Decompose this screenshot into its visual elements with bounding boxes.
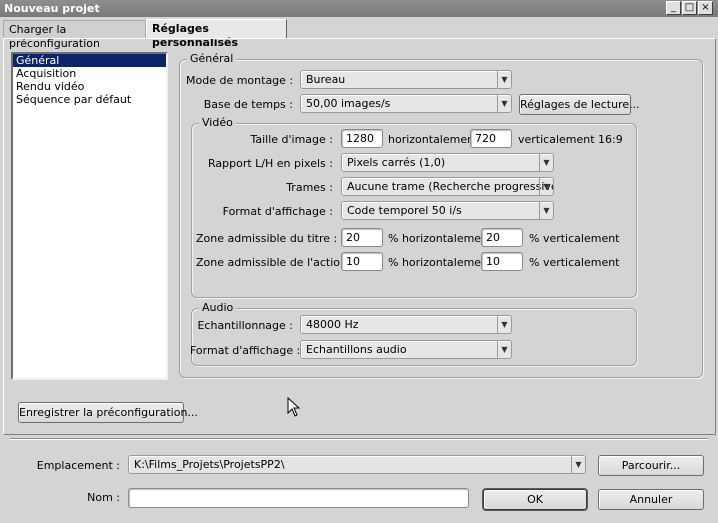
fields-label: Trames :: [286, 181, 333, 194]
chevron-down-icon: ▼: [539, 154, 553, 171]
video-display-format-label: Format d'affichage :: [222, 205, 333, 218]
arrow-cursor-icon: [287, 397, 301, 417]
separator: [10, 438, 708, 440]
save-preset-button[interactable]: Enregistrer la préconfiguration...: [18, 402, 198, 423]
category-item-default-sequence[interactable]: Séquence par défaut: [13, 93, 166, 106]
title-safe-h-suffix: % horizontalement: [388, 232, 493, 245]
chevron-down-icon: ▼: [497, 316, 511, 333]
maximize-icon: □: [684, 2, 695, 13]
sample-rate-dropdown[interactable]: 48000 Hz ▼: [300, 315, 512, 334]
location-dropdown[interactable]: K:\Films_Projets\ProjetsPP2\ ▼: [128, 455, 586, 474]
sample-rate-label: Echantillonnage :: [197, 319, 293, 332]
chevron-down-icon: ▼: [497, 95, 511, 112]
timebase-label: Base de temps :: [203, 98, 293, 111]
maximize-button[interactable]: □: [682, 1, 697, 15]
location-value: K:\Films_Projets\ProjetsPP2\: [134, 458, 285, 471]
action-safe-v-suffix: % verticalement: [529, 256, 620, 269]
pixel-ratio-value: Pixels carrés (1,0): [347, 156, 446, 169]
mode-label: Mode de montage :: [186, 74, 294, 87]
pixel-ratio-dropdown[interactable]: Pixels carrés (1,0) ▼: [341, 153, 554, 172]
fields-dropdown[interactable]: Aucune trame (Recherche progressive) ▼: [341, 177, 554, 196]
video-display-format-dropdown[interactable]: Code temporel 50 i/s ▼: [341, 201, 554, 220]
category-item-video-rendering[interactable]: Rendu vidéo: [13, 80, 166, 93]
tab-custom-settings[interactable]: Réglages personnalisés: [146, 19, 287, 49]
chevron-down-icon: ▼: [497, 341, 511, 358]
title-safe-h-field[interactable]: 20: [341, 228, 383, 247]
chevron-down-icon: ▼: [539, 202, 553, 219]
window-title: Nouveau projet: [4, 2, 100, 15]
pixel-ratio-label: Rapport L/H en pixels :: [208, 157, 333, 170]
action-safe-label: Zone admissible de l'action :: [196, 256, 355, 269]
title-safe-label: Zone admissible du titre :: [196, 232, 338, 245]
action-safe-v-field[interactable]: 10: [481, 252, 523, 271]
category-item-general[interactable]: Général: [13, 54, 166, 67]
horizontal-label: horizontalement: [388, 133, 479, 146]
video-group-label: Vidéo: [199, 117, 236, 129]
browse-button[interactable]: Parcourir...: [598, 455, 704, 476]
general-group-label: Général: [187, 53, 237, 65]
cancel-button[interactable]: Annuler: [598, 489, 704, 510]
audio-group-label: Audio: [199, 302, 237, 314]
video-display-format-value: Code temporel 50 i/s: [347, 204, 462, 217]
minimize-button[interactable]: _: [666, 1, 681, 15]
action-safe-h-suffix: % horizontalement: [388, 256, 493, 269]
sample-rate-value: 48000 Hz: [306, 318, 359, 331]
vertical-label: verticalement 16:9: [518, 133, 623, 146]
close-icon: ×: [701, 2, 710, 13]
title-safe-v-suffix: % verticalement: [529, 232, 620, 245]
chevron-down-icon: ▼: [539, 178, 553, 195]
location-label: Emplacement :: [36, 459, 120, 472]
title-safe-v-field[interactable]: 20: [481, 228, 523, 247]
category-item-capture[interactable]: Acquisition: [13, 67, 166, 80]
audio-display-format-dropdown[interactable]: Echantillons audio ▼: [300, 340, 512, 359]
chevron-down-icon: ▼: [571, 456, 585, 473]
fields-value: Aucune trame (Recherche progressive): [347, 180, 554, 193]
category-list: Général Acquisition Rendu vidéo Séquence…: [11, 52, 168, 380]
frame-size-label: Taille d'image :: [250, 133, 333, 146]
window-titlebar: Nouveau projet: [0, 0, 718, 17]
chevron-down-icon: ▼: [497, 71, 511, 88]
mode-value: Bureau: [306, 73, 346, 86]
playback-settings-button[interactable]: Réglages de lecture...: [519, 94, 640, 115]
frame-height-field[interactable]: 720: [470, 129, 512, 148]
name-field[interactable]: [128, 488, 469, 508]
mode-dropdown[interactable]: Bureau ▼: [300, 70, 512, 89]
name-label: Nom :: [87, 491, 120, 504]
minimize-icon: _: [671, 2, 676, 13]
timebase-value: 50,00 images/s: [306, 97, 391, 110]
timebase-dropdown[interactable]: 50,00 images/s ▼: [300, 94, 512, 113]
action-safe-h-field[interactable]: 10: [341, 252, 383, 271]
frame-width-field[interactable]: 1280: [341, 129, 383, 148]
tab-load-preset[interactable]: Charger la préconfiguration: [3, 20, 146, 50]
audio-display-format-label: Format d'affichage :: [190, 344, 301, 357]
close-button[interactable]: ×: [698, 1, 713, 15]
ok-button[interactable]: OK: [483, 489, 587, 510]
audio-display-format-value: Echantillons audio: [306, 343, 407, 356]
